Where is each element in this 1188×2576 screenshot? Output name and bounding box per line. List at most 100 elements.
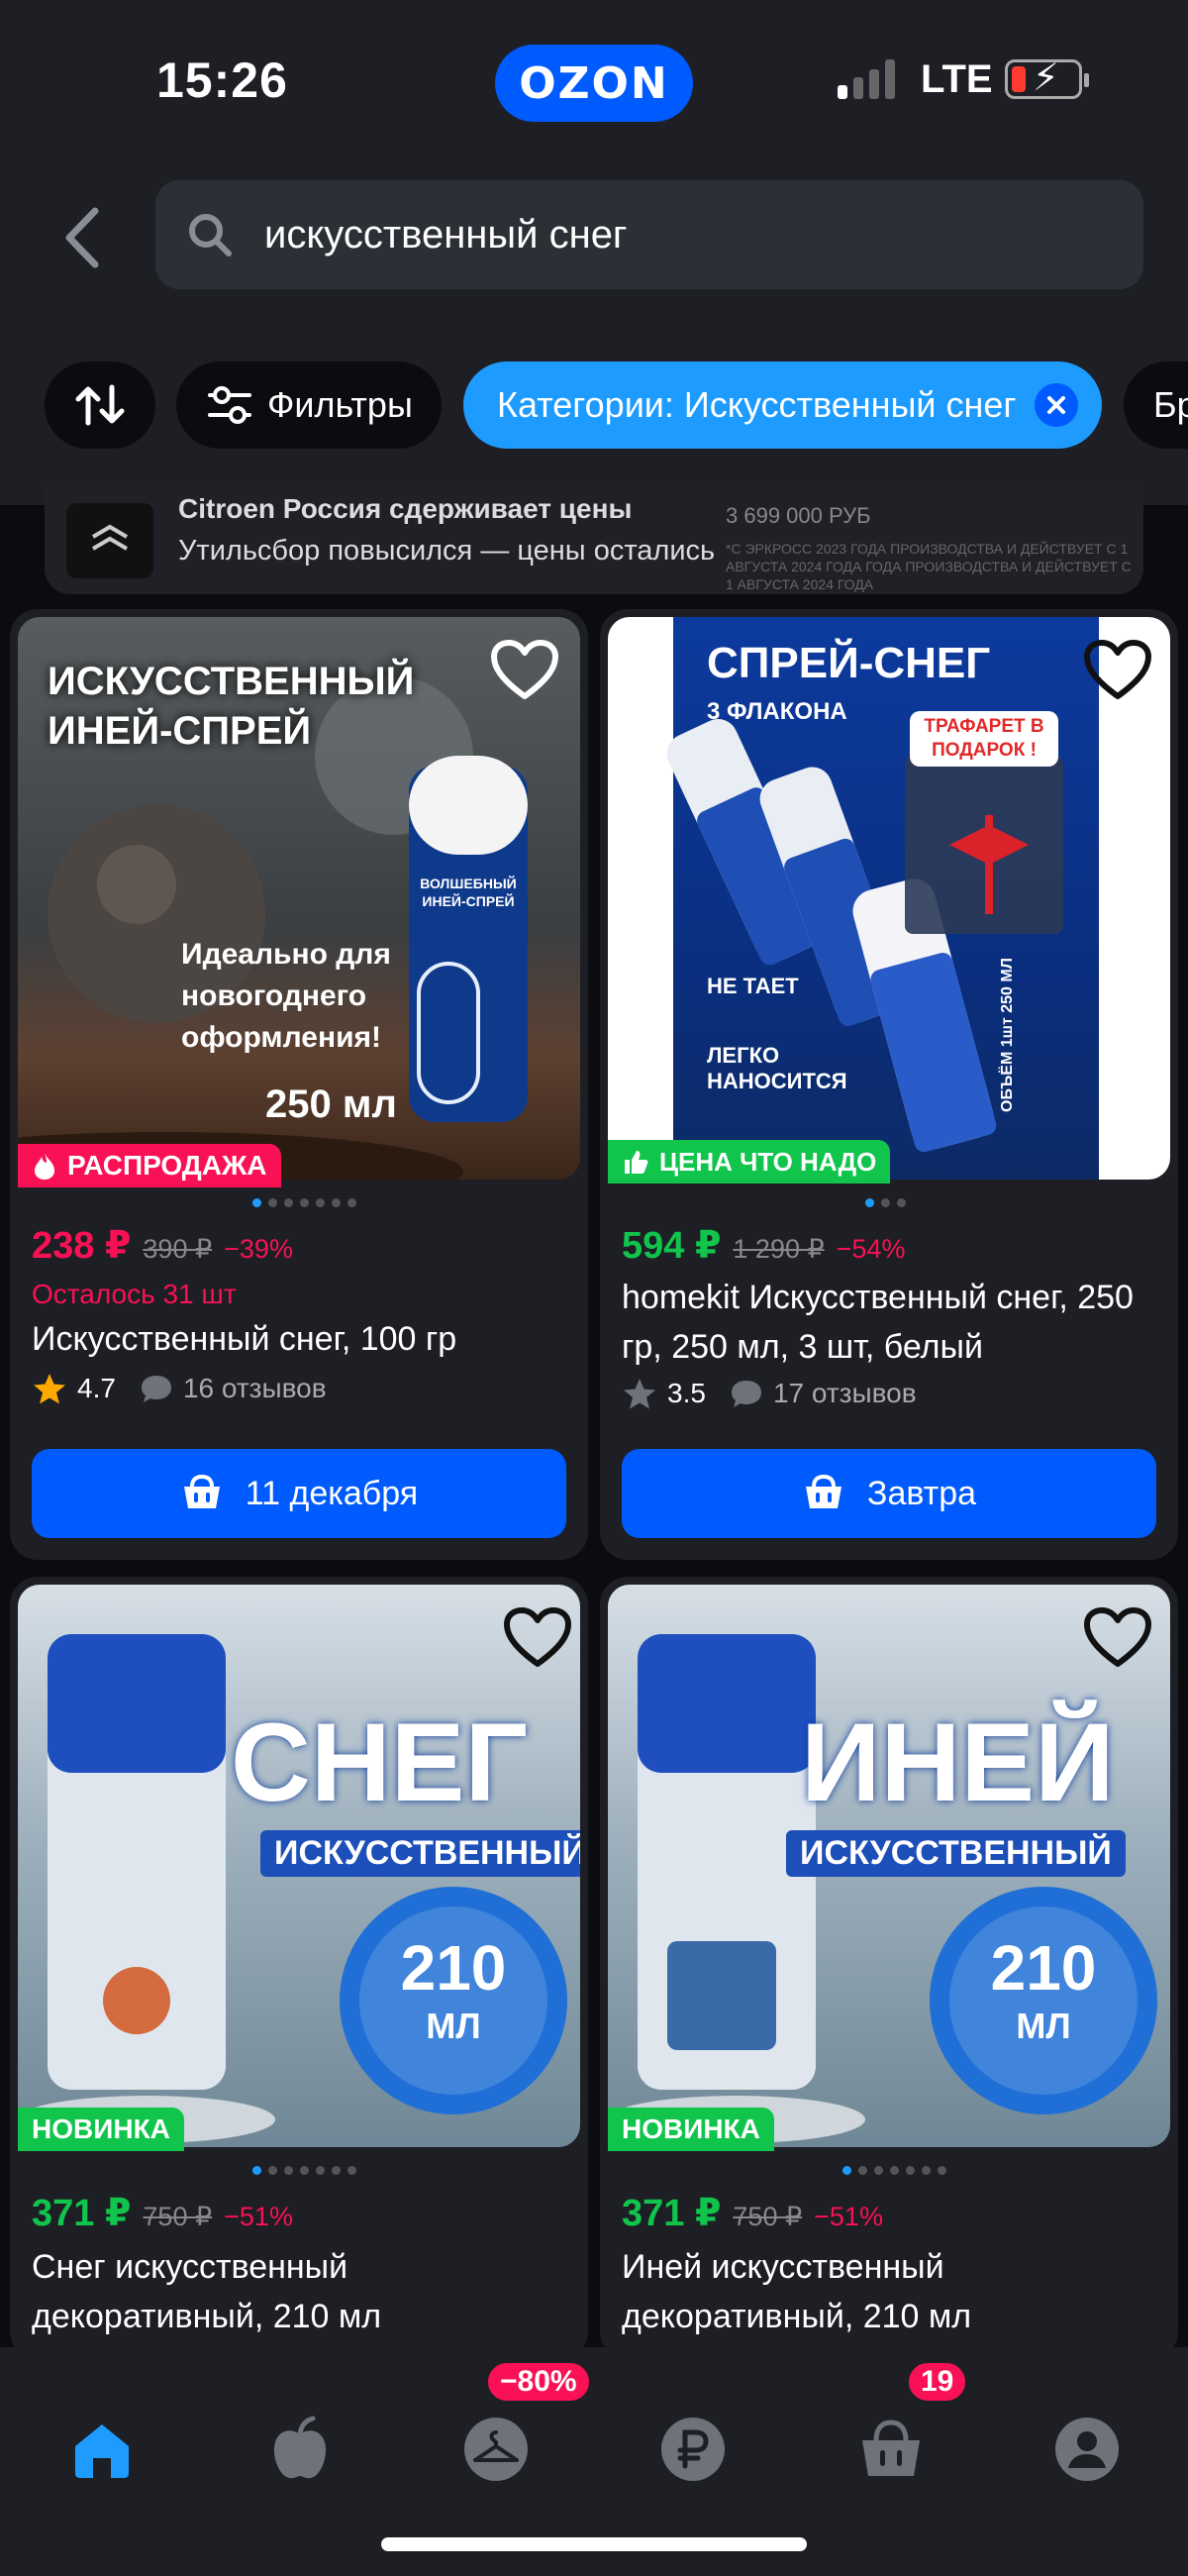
new-badge: НОВИНКА [18, 2108, 184, 2151]
promo-subtitle: ИСКУССТВЕННЫЙ [786, 1830, 1126, 1877]
discount: −51% [224, 2202, 293, 2231]
promo-headline: ИНЕЙ [801, 1700, 1115, 1824]
rating-value: 3.5 [667, 1378, 706, 1408]
search-input[interactable] [264, 200, 1116, 269]
add-to-cart-button[interactable]: Завтра [622, 1449, 1156, 1538]
brand-chip[interactable]: Бр [1124, 361, 1188, 449]
current-price: 371 ₽ [622, 2193, 722, 2234]
current-price: 594 ₽ [622, 1225, 722, 1267]
stock-left: Осталось 31 шт [32, 1279, 237, 1309]
badge-label: НОВИНКА [32, 2113, 170, 2144]
fresh-apple-icon[interactable] [265, 2415, 335, 2484]
promo-headline: СПРЕЙ-СНЕГ [707, 639, 991, 687]
battery-icon: ⚡ [1005, 58, 1089, 99]
category-label: Категории: Искусственный снег [497, 384, 1017, 425]
favorite-heart-icon[interactable] [490, 639, 559, 702]
favorite-heart-icon[interactable] [1083, 1606, 1152, 1670]
product-card[interactable]: ИНЕЙ ИСКУССТВЕННЫЙ 210 МЛ НОВИНКА 371 ₽ … [600, 1577, 1178, 2359]
promo-subtitle: 3 ФЛАКОНА [707, 698, 847, 725]
banner-title: Citroen Россия сдерживает цены [178, 493, 633, 524]
old-price: 1 290 ₽ [733, 1234, 825, 1264]
fire-icon [35, 1153, 54, 1180]
new-badge: НОВИНКА [608, 2108, 774, 2151]
category-chip[interactable]: Категории: Искусственный снег [463, 361, 1102, 449]
search-bar[interactable] [155, 180, 1143, 289]
ruble-icon[interactable] [658, 2415, 728, 2484]
promo-feature-1: НЕ ТАЕТ [707, 974, 799, 998]
old-price: 750 ₽ [143, 2202, 213, 2231]
badge-label: НОВИНКА [622, 2113, 760, 2144]
back-arrow-icon[interactable] [59, 203, 105, 272]
cart-icon [183, 1475, 220, 1508]
favorite-heart-icon[interactable] [1083, 639, 1152, 702]
network-label: LTE [921, 57, 993, 101]
banner-subtitle: Утильсбор повысился — цены остались [178, 535, 716, 567]
sort-chip[interactable] [45, 361, 155, 449]
current-price: 238 ₽ [32, 1225, 132, 1267]
citroen-logo [66, 503, 153, 578]
product-card[interactable]: СНЕГ ИСКУССТВЕННЫЙ 210 МЛ НОВИНКА 371 ₽ … [10, 1577, 588, 2359]
promo-side-note: ОБЪЁМ 1шт 250 МЛ [999, 958, 1016, 1112]
cart-icon[interactable] [856, 2415, 926, 2484]
home-icon[interactable] [67, 2415, 137, 2484]
old-price: 750 ₽ [733, 2202, 803, 2231]
promo-feature-2: ЛЕГКО НАНОСИТСЯ [707, 1043, 847, 1093]
star-icon [34, 1374, 65, 1404]
sale-badge: РАСПРОДАЖА [18, 1144, 281, 1187]
image-carousel-dots [252, 1198, 356, 1207]
promo-volume-unit: МЛ [426, 2006, 481, 2046]
reviews-count: 17 отзывов [772, 1378, 917, 1408]
image-carousel-dots [842, 2166, 946, 2175]
cart-count-badge: 19 [906, 2360, 969, 2404]
badge-label: ЦЕНА ЧТО НАДО [659, 1146, 877, 1177]
promo-headline: СНЕГ [231, 1700, 528, 1824]
price-badge: ЦЕНА ЧТО НАДО [608, 1140, 891, 1184]
home-indicator[interactable] [381, 2537, 807, 2551]
discount: −39% [224, 1234, 293, 1264]
promo-headline: ИСКУССТВЕННЫЙ ИНЕЙ-СПРЕЙ [48, 660, 415, 753]
comment-icon [731, 1381, 761, 1407]
rating: 4.7 16 отзывов [32, 1372, 327, 1405]
search-icon [189, 214, 232, 257]
product-title[interactable]: Искусственный снег, 100 гр [32, 1314, 571, 1364]
promo-gift: ТРАФАРЕТ В ПОДАРОК ! [910, 711, 1058, 767]
status-bar: 15:26 OZON LTE ⚡ [0, 0, 1188, 163]
sort-icon [75, 384, 125, 426]
status-time: 15:26 [156, 52, 288, 108]
delivery-date: 11 декабря [245, 1474, 419, 1512]
promo-volume-number: 210 [990, 1932, 1097, 2004]
brand-chip-label: Бр [1153, 384, 1188, 425]
product-title[interactable]: Иней искусственный декоративный, 210 мл [622, 2242, 1161, 2341]
cart-icon [805, 1475, 842, 1508]
profile-icon[interactable] [1052, 2415, 1122, 2484]
filters-label: Фильтры [267, 384, 413, 425]
sale-badge: −80% [485, 2360, 592, 2404]
ad-banner[interactable]: Citroen Россия сдерживает цены Утильсбор… [45, 485, 1143, 594]
hanger-icon[interactable] [461, 2415, 531, 2484]
old-price: 390 ₽ [143, 1234, 213, 1264]
promo-text: Идеально для новогоднего оформления! [181, 938, 391, 1054]
current-price: 371 ₽ [32, 2193, 132, 2234]
promo-subtitle: ИСКУССТВЕННЫЙ [260, 1830, 580, 1877]
signal-icon [838, 57, 895, 99]
ozon-logo[interactable]: OZON [495, 45, 693, 122]
product-card[interactable]: СПРЕЙ-СНЕГ 3 ФЛАКОНА ТРАФАРЕТ В ПОДАРОК … [600, 609, 1178, 1560]
reviews-count: 16 отзывов [182, 1373, 327, 1403]
discount: −54% [836, 1234, 906, 1264]
thumb-up-icon [625, 1151, 648, 1174]
filters-chip[interactable]: Фильтры [176, 361, 442, 449]
favorite-heart-icon[interactable] [503, 1606, 572, 1670]
product-title[interactable]: Снег искусственный декоративный, 210 мл [32, 2242, 571, 2341]
banner-price: 3 699 000 РУБ [726, 503, 871, 528]
filters-icon [208, 386, 251, 424]
delivery-date: Завтра [866, 1474, 977, 1512]
add-to-cart-button[interactable]: 11 декабря [32, 1449, 566, 1538]
banner-fine-print: *С ЭРКРОСС 2023 ГОДА ПРОИЗВОДСТВА И ДЕЙС… [726, 541, 1132, 592]
product-title[interactable]: homekit Искусственный снег, 250 гр, 250 … [622, 1273, 1161, 1372]
product-card[interactable]: ИСКУССТВЕННЫЙ ИНЕЙ-СПРЕЙ Идеально для но… [10, 609, 588, 1560]
product-image[interactable]: СНЕГ ИСКУССТВЕННЫЙ 210 МЛ [18, 1585, 580, 2147]
close-icon[interactable] [1035, 383, 1078, 427]
star-icon [624, 1379, 655, 1409]
comment-icon [141, 1376, 171, 1402]
can-label: ВОЛШЕБНЫЙ ИНЕЙ-СПРЕЙ [420, 876, 517, 909]
